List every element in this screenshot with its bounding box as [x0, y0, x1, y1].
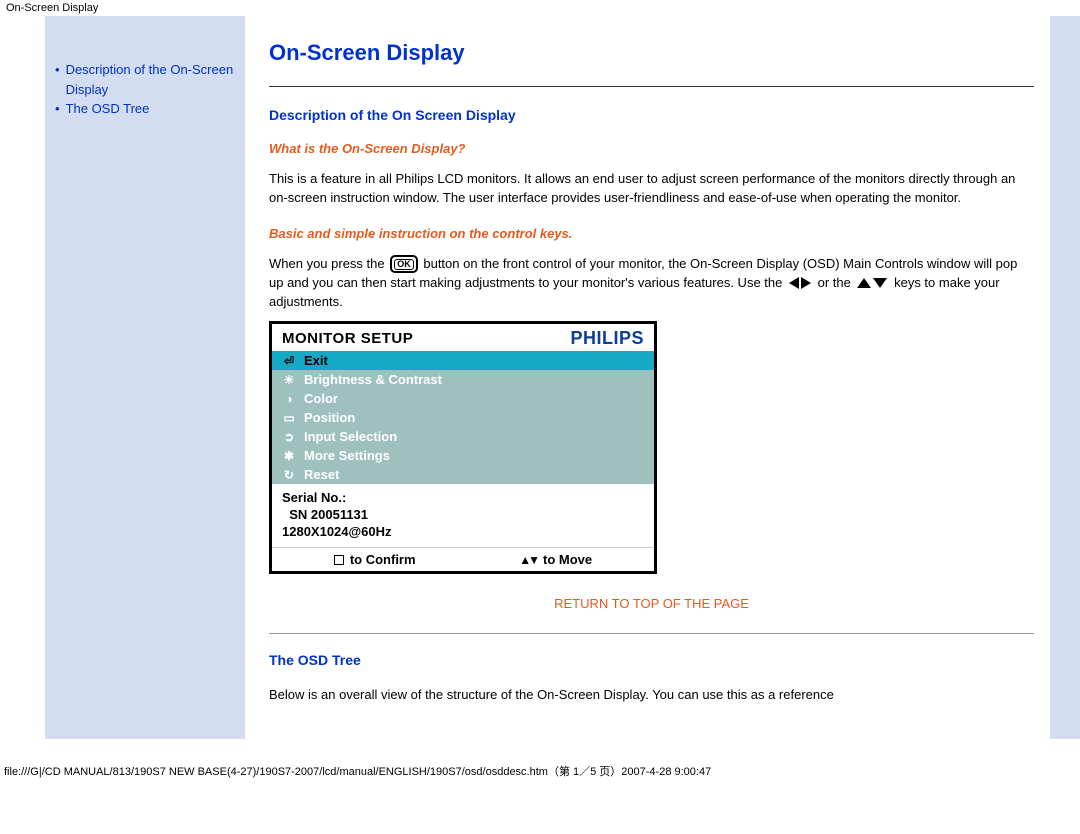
position-icon: ▭ — [282, 411, 296, 425]
osd-screenshot: MONITOR SETUP PHILIPS ⏎ Exit ☀ Brightnes… — [269, 321, 657, 574]
right-rail — [1050, 16, 1080, 739]
input-icon: ➲ — [282, 430, 296, 444]
osd-menu: ⏎ Exit ☀ Brightness & Contrast ◑ Color ▭… — [272, 351, 654, 484]
bullet-icon: • — [55, 60, 60, 99]
osd-item-label: Reset — [304, 467, 339, 482]
osd-item-color: ◑ Color — [272, 389, 654, 408]
divider — [269, 86, 1034, 87]
text-fragment: or the — [818, 275, 855, 290]
exit-icon: ⏎ — [282, 354, 296, 368]
divider — [269, 633, 1034, 634]
return-to-top-link[interactable]: RETURN TO TOP OF THE PAGE — [269, 596, 1034, 611]
sidebar-item-label: Description of the On-Screen Display — [66, 60, 235, 99]
sidebar: • Description of the On-Screen Display •… — [45, 16, 245, 739]
osd-item-label: Exit — [304, 353, 328, 368]
paragraph-osd-tree: Below is an overall view of the structur… — [269, 686, 1034, 705]
resolution-label: 1280X1024@60Hz — [282, 524, 644, 541]
brand-logo: PHILIPS — [570, 328, 644, 349]
osd-item-input: ➲ Input Selection — [272, 427, 654, 446]
serial-number: SN 20051131 — [282, 507, 644, 524]
move-hint: ▲▼ to Move — [519, 552, 592, 567]
page-title: On-Screen Display — [269, 40, 1034, 66]
text-fragment: When you press the — [269, 256, 388, 271]
subheading-basic-instruction: Basic and simple instruction on the cont… — [269, 226, 1034, 241]
sidebar-item-description[interactable]: • Description of the On-Screen Display — [55, 60, 235, 99]
color-icon: ◑ — [282, 392, 296, 406]
arrow-left-right-icon — [788, 274, 812, 293]
settings-icon: ✱ — [282, 449, 296, 463]
arrow-up-down-icon — [856, 274, 888, 293]
reset-icon: ↻ — [282, 468, 296, 482]
osd-item-position: ▭ Position — [272, 408, 654, 427]
brightness-icon: ☀ — [282, 373, 296, 387]
osd-item-label: Color — [304, 391, 338, 406]
sidebar-item-label: The OSD Tree — [66, 99, 150, 119]
section-heading-osd-tree: The OSD Tree — [269, 652, 1034, 668]
bullet-icon: • — [55, 99, 60, 119]
osd-header: MONITOR SETUP PHILIPS — [272, 324, 654, 351]
ok-button-icon: OK — [390, 255, 418, 273]
confirm-label: to Confirm — [350, 552, 416, 567]
osd-item-label: Input Selection — [304, 429, 397, 444]
serial-label: Serial No.: — [282, 490, 644, 507]
osd-item-reset: ↻ Reset — [272, 465, 654, 484]
osd-title: MONITOR SETUP — [282, 330, 413, 347]
osd-item-label: Brightness & Contrast — [304, 372, 442, 387]
paragraph-description: This is a feature in all Philips LCD mon… — [269, 170, 1034, 208]
osd-info-block: Serial No.: SN 20051131 1280X1024@60Hz — [272, 484, 654, 547]
move-glyph-icon: ▲▼ — [519, 553, 537, 567]
osd-item-exit: ⏎ Exit — [272, 351, 654, 370]
main-content: On-Screen Display Description of the On … — [245, 16, 1046, 739]
osd-item-label: Position — [304, 410, 355, 425]
sidebar-item-osd-tree[interactable]: • The OSD Tree — [55, 99, 235, 119]
subheading-what-is: What is the On-Screen Display? — [269, 141, 1034, 156]
osd-item-more: ✱ More Settings — [272, 446, 654, 465]
move-label: to Move — [543, 552, 592, 567]
section-heading-description: Description of the On Screen Display — [269, 107, 1034, 123]
osd-item-brightness: ☀ Brightness & Contrast — [272, 370, 654, 389]
footer-filepath: file:///G|/CD MANUAL/813/190S7 NEW BASE(… — [0, 759, 1080, 785]
confirm-hint: to Confirm — [334, 552, 416, 567]
window-title: On-Screen Display — [0, 0, 1080, 16]
confirm-glyph-icon — [334, 555, 344, 565]
osd-footer: to Confirm ▲▼ to Move — [272, 547, 654, 571]
paragraph-instruction: When you press the OK button on the fron… — [269, 255, 1034, 312]
osd-item-label: More Settings — [304, 448, 390, 463]
